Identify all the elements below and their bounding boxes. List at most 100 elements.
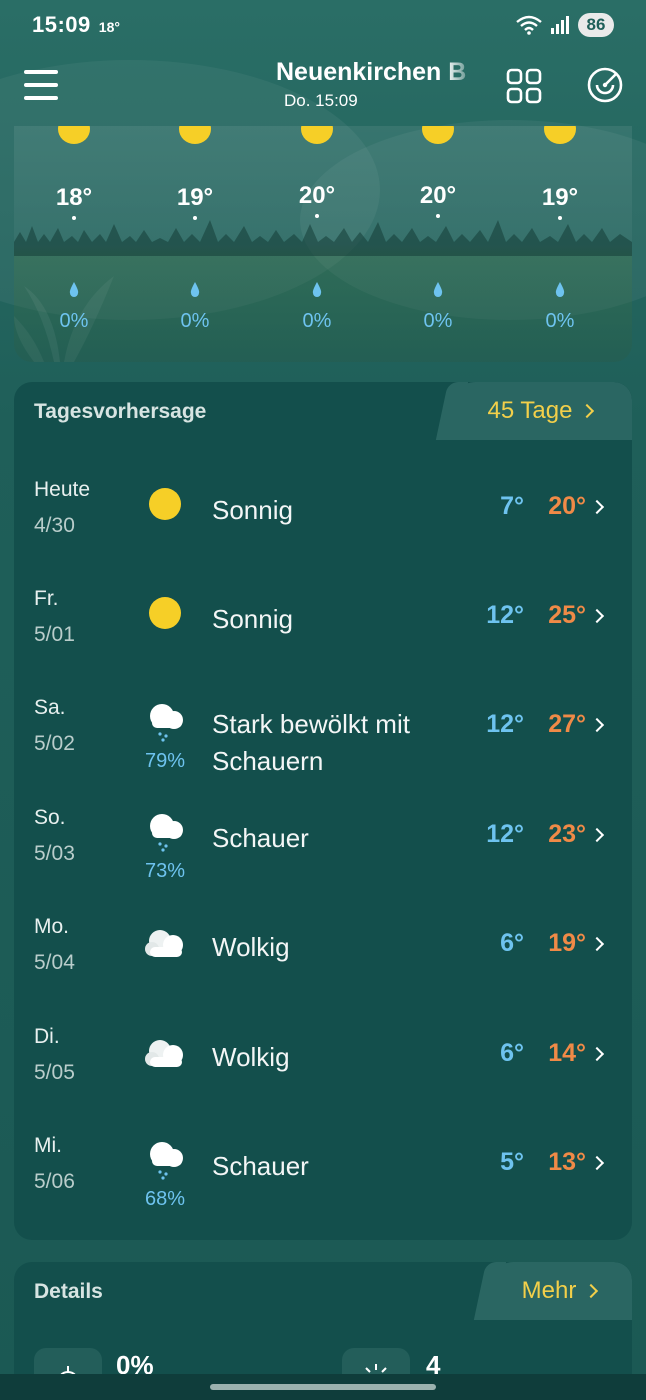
day-date: 5/06 [34, 1170, 75, 1193]
day-date: 5/03 [34, 842, 75, 865]
day-min-temp: 5° [500, 1148, 524, 1176]
chevron-right-icon [580, 403, 595, 419]
day-condition: Schauer [212, 1151, 309, 1181]
details-title: Details [34, 1280, 103, 1303]
app-header: Neuenkirchen B Do. 15:09 [0, 52, 646, 122]
day-row-mi[interactable]: Mi. 5/06 68% Schauer 5° 13° [14, 1134, 632, 1240]
city-name: Neuenkirchen B [276, 58, 467, 86]
status-bar: 15:09 18° 86 [0, 0, 646, 50]
forecast-45-days-button[interactable]: 45 Tage [448, 382, 632, 440]
day-date: 5/04 [34, 951, 75, 974]
details-more-button[interactable]: Mehr [486, 1262, 632, 1320]
system-navigation-bar [0, 1374, 646, 1400]
day-min-temp: 12° [486, 710, 524, 738]
day-row-fr[interactable]: Fr. 5/01 Sonnig 12° 25° [14, 587, 632, 697]
hour-temperature: 19° [176, 184, 214, 211]
day-row-sa[interactable]: Sa. 5/02 79% Stark bewölkt mit Schauern … [14, 696, 632, 806]
sun-icon [149, 597, 181, 629]
leaf-decoration [14, 276, 114, 362]
day-name: Mo. [34, 915, 70, 938]
weather-app-screen: 15:09 18° 86 Neuenkirchen B Do. 15:09 18… [0, 0, 646, 1400]
day-name: Di. [34, 1025, 60, 1048]
hour-precipitation: 0% [423, 310, 453, 332]
details-header: Details Mehr [14, 1262, 632, 1320]
chevron-right-icon [584, 1283, 599, 1299]
cloud-icon [145, 1040, 183, 1067]
hour-precipitation: 0% [180, 310, 210, 332]
day-date: 4/30 [34, 514, 75, 537]
day-precipitation: 73% [144, 860, 186, 882]
day-min-temp: 12° [486, 601, 524, 629]
status-temperature: 18° [98, 19, 120, 35]
day-condition: Wolkig [212, 932, 290, 962]
day-condition: Stark bewölkt mit Schauern [212, 706, 410, 780]
menu-icon [24, 70, 58, 74]
day-row-di[interactable]: Di. 5/05 Wolkig 6° 14° [14, 1025, 632, 1135]
day-row-mo[interactable]: Mo. 5/04 Wolkig 6° 19° [14, 915, 632, 1025]
wifi-icon [516, 15, 542, 35]
sun-icon [179, 126, 211, 144]
raindrop-icon [433, 282, 443, 297]
widgets-grid-icon[interactable] [506, 68, 542, 104]
daily-forecast-header: Tagesvorhersage 45 Tage [14, 382, 632, 440]
hour-precipitation: 0% [59, 310, 89, 332]
shower-cloud-icon [150, 814, 183, 852]
raindrop-icon [190, 282, 200, 297]
day-condition-line1: Stark bewölkt mit [212, 709, 410, 739]
radar-icon[interactable] [586, 66, 624, 104]
raindrop-icon [312, 282, 322, 297]
day-date: 5/05 [34, 1061, 75, 1084]
day-min-temp: 6° [500, 929, 524, 957]
raindrop-icon [555, 282, 565, 297]
temperature-point [72, 216, 76, 220]
hour-precipitation: 0% [302, 310, 332, 332]
location-header[interactable]: Neuenkirchen B Do. 15:09 [276, 58, 476, 111]
sun-icon [544, 126, 576, 144]
day-precipitation: 79% [144, 750, 186, 772]
chevron-right-icon [589, 936, 605, 952]
signal-icon [551, 16, 569, 34]
chevron-right-icon [589, 827, 605, 843]
day-condition: Schauer [212, 823, 309, 853]
day-name: Heute [34, 478, 91, 501]
forecast-45-days-label: 45 Tage [487, 397, 573, 424]
daily-forecast-title: Tagesvorhersage [34, 400, 207, 423]
day-max-temp: 27° [548, 710, 586, 738]
day-row-heute[interactable]: Heute 4/30 Sonnig 7° 20° [14, 478, 632, 588]
day-max-temp: 23° [548, 820, 586, 848]
hour-temperature: 20° [419, 182, 457, 209]
day-row-so[interactable]: So. 5/03 73% Schauer 12° 23° [14, 806, 632, 916]
hourly-forecast-card[interactable]: 18° 0% 19° 0% 20° 0% 20° 0% 19° 0% [14, 126, 632, 362]
hour-temperature: 20° [298, 182, 336, 209]
chevron-right-icon [589, 717, 605, 733]
shower-cloud-icon [150, 704, 183, 742]
sun-icon [58, 126, 90, 144]
battery-indicator: 86 [578, 13, 614, 37]
temperature-point [558, 216, 562, 220]
day-condition: Wolkig [212, 1042, 290, 1072]
current-datetime: Do. 15:09 [284, 91, 358, 110]
raindrop-icon [69, 282, 79, 297]
home-gesture-handle[interactable] [210, 1384, 436, 1390]
day-max-temp: 25° [548, 601, 586, 629]
day-name: Fr. [34, 587, 59, 610]
cloud-icon [145, 930, 183, 957]
hour-temperature: 18° [55, 184, 93, 211]
day-min-temp: 7° [500, 492, 524, 520]
chevron-right-icon [589, 1046, 605, 1062]
details-more-label: Mehr [521, 1277, 577, 1304]
menu-button[interactable] [24, 70, 58, 100]
day-name: So. [34, 806, 66, 829]
temperature-point [193, 216, 197, 220]
day-condition: Sonnig [212, 604, 293, 634]
day-max-temp: 13° [548, 1148, 586, 1176]
hour-temperature: 19° [541, 184, 579, 211]
chevron-right-icon [589, 608, 605, 624]
day-date: 5/01 [34, 623, 75, 646]
chevron-right-icon [589, 499, 605, 515]
sun-icon [149, 488, 181, 520]
status-time: 15:09 [32, 12, 91, 37]
day-condition: Sonnig [212, 495, 293, 525]
sun-icon [422, 126, 454, 144]
day-date: 5/02 [34, 732, 75, 755]
